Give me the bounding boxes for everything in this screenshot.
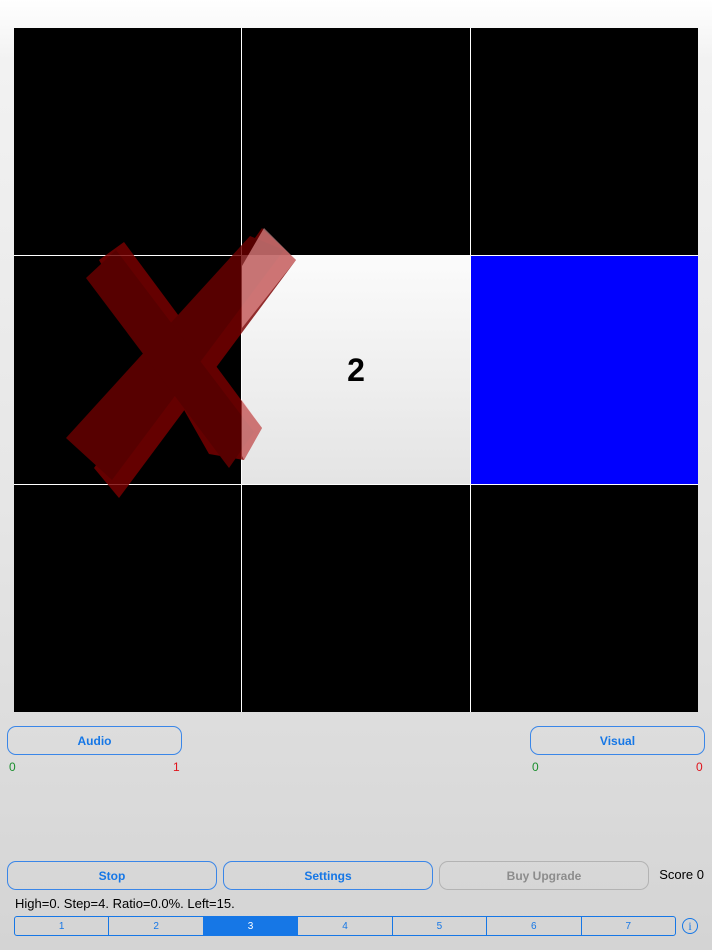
status-text: High=0. Step=4. Ratio=0.0%. Left=15. bbox=[15, 896, 235, 911]
level-segment-1[interactable]: 1 bbox=[15, 917, 108, 935]
level-segment-2[interactable]: 2 bbox=[108, 917, 202, 935]
audio-button[interactable]: Audio bbox=[7, 726, 182, 755]
grid-cell-1-3 bbox=[471, 28, 698, 255]
audio-correct-count: 0 bbox=[9, 760, 16, 774]
settings-button[interactable]: Settings bbox=[223, 861, 433, 890]
grid-cell-2-1 bbox=[14, 256, 241, 484]
grid-cell-3-1 bbox=[14, 485, 241, 712]
lit-cell-number: 2 bbox=[347, 351, 365, 388]
grid-cell-1-2 bbox=[242, 28, 470, 255]
grid-cell-3-2 bbox=[242, 485, 470, 712]
grid-cell-1-1 bbox=[14, 28, 241, 255]
level-segment-7[interactable]: 7 bbox=[580, 917, 675, 935]
info-icon[interactable]: i bbox=[682, 918, 698, 934]
score-label: Score 0 bbox=[659, 867, 704, 882]
settings-button-label: Settings bbox=[304, 868, 352, 883]
audio-button-label: Audio bbox=[77, 733, 112, 748]
grid-cell-2-2-lit: 2 bbox=[242, 256, 470, 484]
buy-upgrade-button-label: Buy Upgrade bbox=[506, 868, 582, 883]
level-segment-6[interactable]: 6 bbox=[486, 917, 580, 935]
visual-wrong-count: 0 bbox=[696, 760, 703, 774]
stop-button-label: Stop bbox=[98, 868, 126, 883]
level-segment-3-selected[interactable]: 3 bbox=[202, 917, 298, 935]
level-segment-4[interactable]: 4 bbox=[297, 917, 391, 935]
grid-cell-2-3-highlight bbox=[471, 256, 698, 484]
buy-upgrade-button[interactable]: Buy Upgrade bbox=[439, 861, 649, 890]
grid-cell-3-3 bbox=[471, 485, 698, 712]
level-selector: 1 2 3 4 5 6 7 bbox=[14, 916, 676, 936]
game-grid: 2 bbox=[14, 28, 698, 712]
visual-correct-count: 0 bbox=[532, 760, 539, 774]
visual-button-label: Visual bbox=[599, 733, 636, 748]
audio-wrong-count: 1 bbox=[173, 760, 180, 774]
level-segment-5[interactable]: 5 bbox=[391, 917, 486, 935]
visual-button[interactable]: Visual bbox=[530, 726, 705, 755]
stop-button[interactable]: Stop bbox=[7, 861, 217, 890]
